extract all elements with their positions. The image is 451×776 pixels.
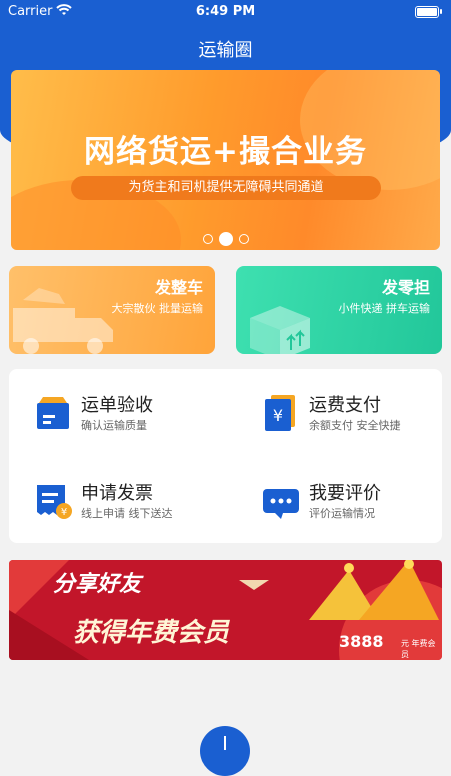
- promo-price-unit: 元 年费会员: [401, 639, 436, 659]
- promo-banner[interactable]: 分享好友 获得年费会员 3888 元 年费会员: [9, 560, 442, 660]
- service-name: 运费支付: [309, 395, 381, 416]
- less-than-truckload-card[interactable]: 发零担 小件快递 拼车运输: [236, 266, 442, 354]
- center-action-button[interactable]: [200, 726, 250, 776]
- promo-price: 3888: [339, 632, 384, 651]
- banner-headline: 网络货运+撮合业务: [84, 134, 367, 170]
- service-review[interactable]: 我要评价 评价运输情况: [261, 479, 451, 529]
- service-note: 余额支付 安全快捷: [309, 419, 401, 432]
- truck-icon: [13, 288, 113, 354]
- status-bar: Carrier 6:49 PM: [0, 0, 451, 24]
- carousel-dot[interactable]: [202, 233, 213, 244]
- service-name: 运单验收: [81, 395, 153, 416]
- carousel-dots[interactable]: [11, 228, 440, 247]
- service-freight-payment[interactable]: ¥ 运费支付 余额支付 安全快捷: [261, 391, 451, 441]
- carousel-dot[interactable]: [238, 233, 249, 244]
- service-note: 评价运输情况: [309, 507, 375, 520]
- service-apply-invoice[interactable]: ¥ 申请发票 线上申请 线下送达: [33, 479, 233, 529]
- page-title: 运输圈: [198, 40, 253, 61]
- hero-banner[interactable]: 网络货运+撮合业务 为货主和司机提供无障碍共同通道: [11, 70, 440, 250]
- service-waybill-check[interactable]: 运单验收 确认运输质量: [33, 391, 233, 441]
- service-note: 线上申请 线下送达: [81, 507, 173, 520]
- service-name: 我要评价: [309, 483, 381, 504]
- chat-bubble-icon: [263, 489, 299, 519]
- service-name: 申请发票: [81, 483, 153, 504]
- services-panel: 运单验收 确认运输质量 ¥ 运费支付 余额支付 安全快捷 ¥ 申请发票 线上申请…: [9, 369, 442, 543]
- svg-text:¥: ¥: [61, 507, 67, 518]
- promo-subtitle: 获得年费会员: [73, 618, 230, 648]
- banner-subtitle: 为货主和司机提供无障碍共同通道: [71, 176, 381, 200]
- service-note: 确认运输质量: [81, 419, 147, 432]
- card-description: 大宗散伙 批量运输: [111, 302, 204, 315]
- package-icon: [250, 306, 310, 354]
- card-description: 小件快递 拼车运输: [338, 302, 431, 315]
- battery-icon: [415, 6, 442, 18]
- card-title: 发整车: [154, 278, 203, 297]
- waybill-icon: [37, 397, 69, 429]
- carousel-dot-active[interactable]: [218, 231, 233, 246]
- promo-title: 分享好友: [53, 572, 142, 597]
- invoice-icon: ¥: [37, 485, 72, 519]
- svg-text:¥: ¥: [273, 406, 283, 425]
- status-time: 6:49 PM: [195, 4, 256, 19]
- card-title: 发零担: [381, 278, 430, 297]
- plus-icon: [224, 736, 226, 750]
- yuan-payment-icon: ¥: [265, 395, 295, 431]
- whole-truck-card[interactable]: 发整车 大宗散伙 批量运输: [9, 266, 215, 354]
